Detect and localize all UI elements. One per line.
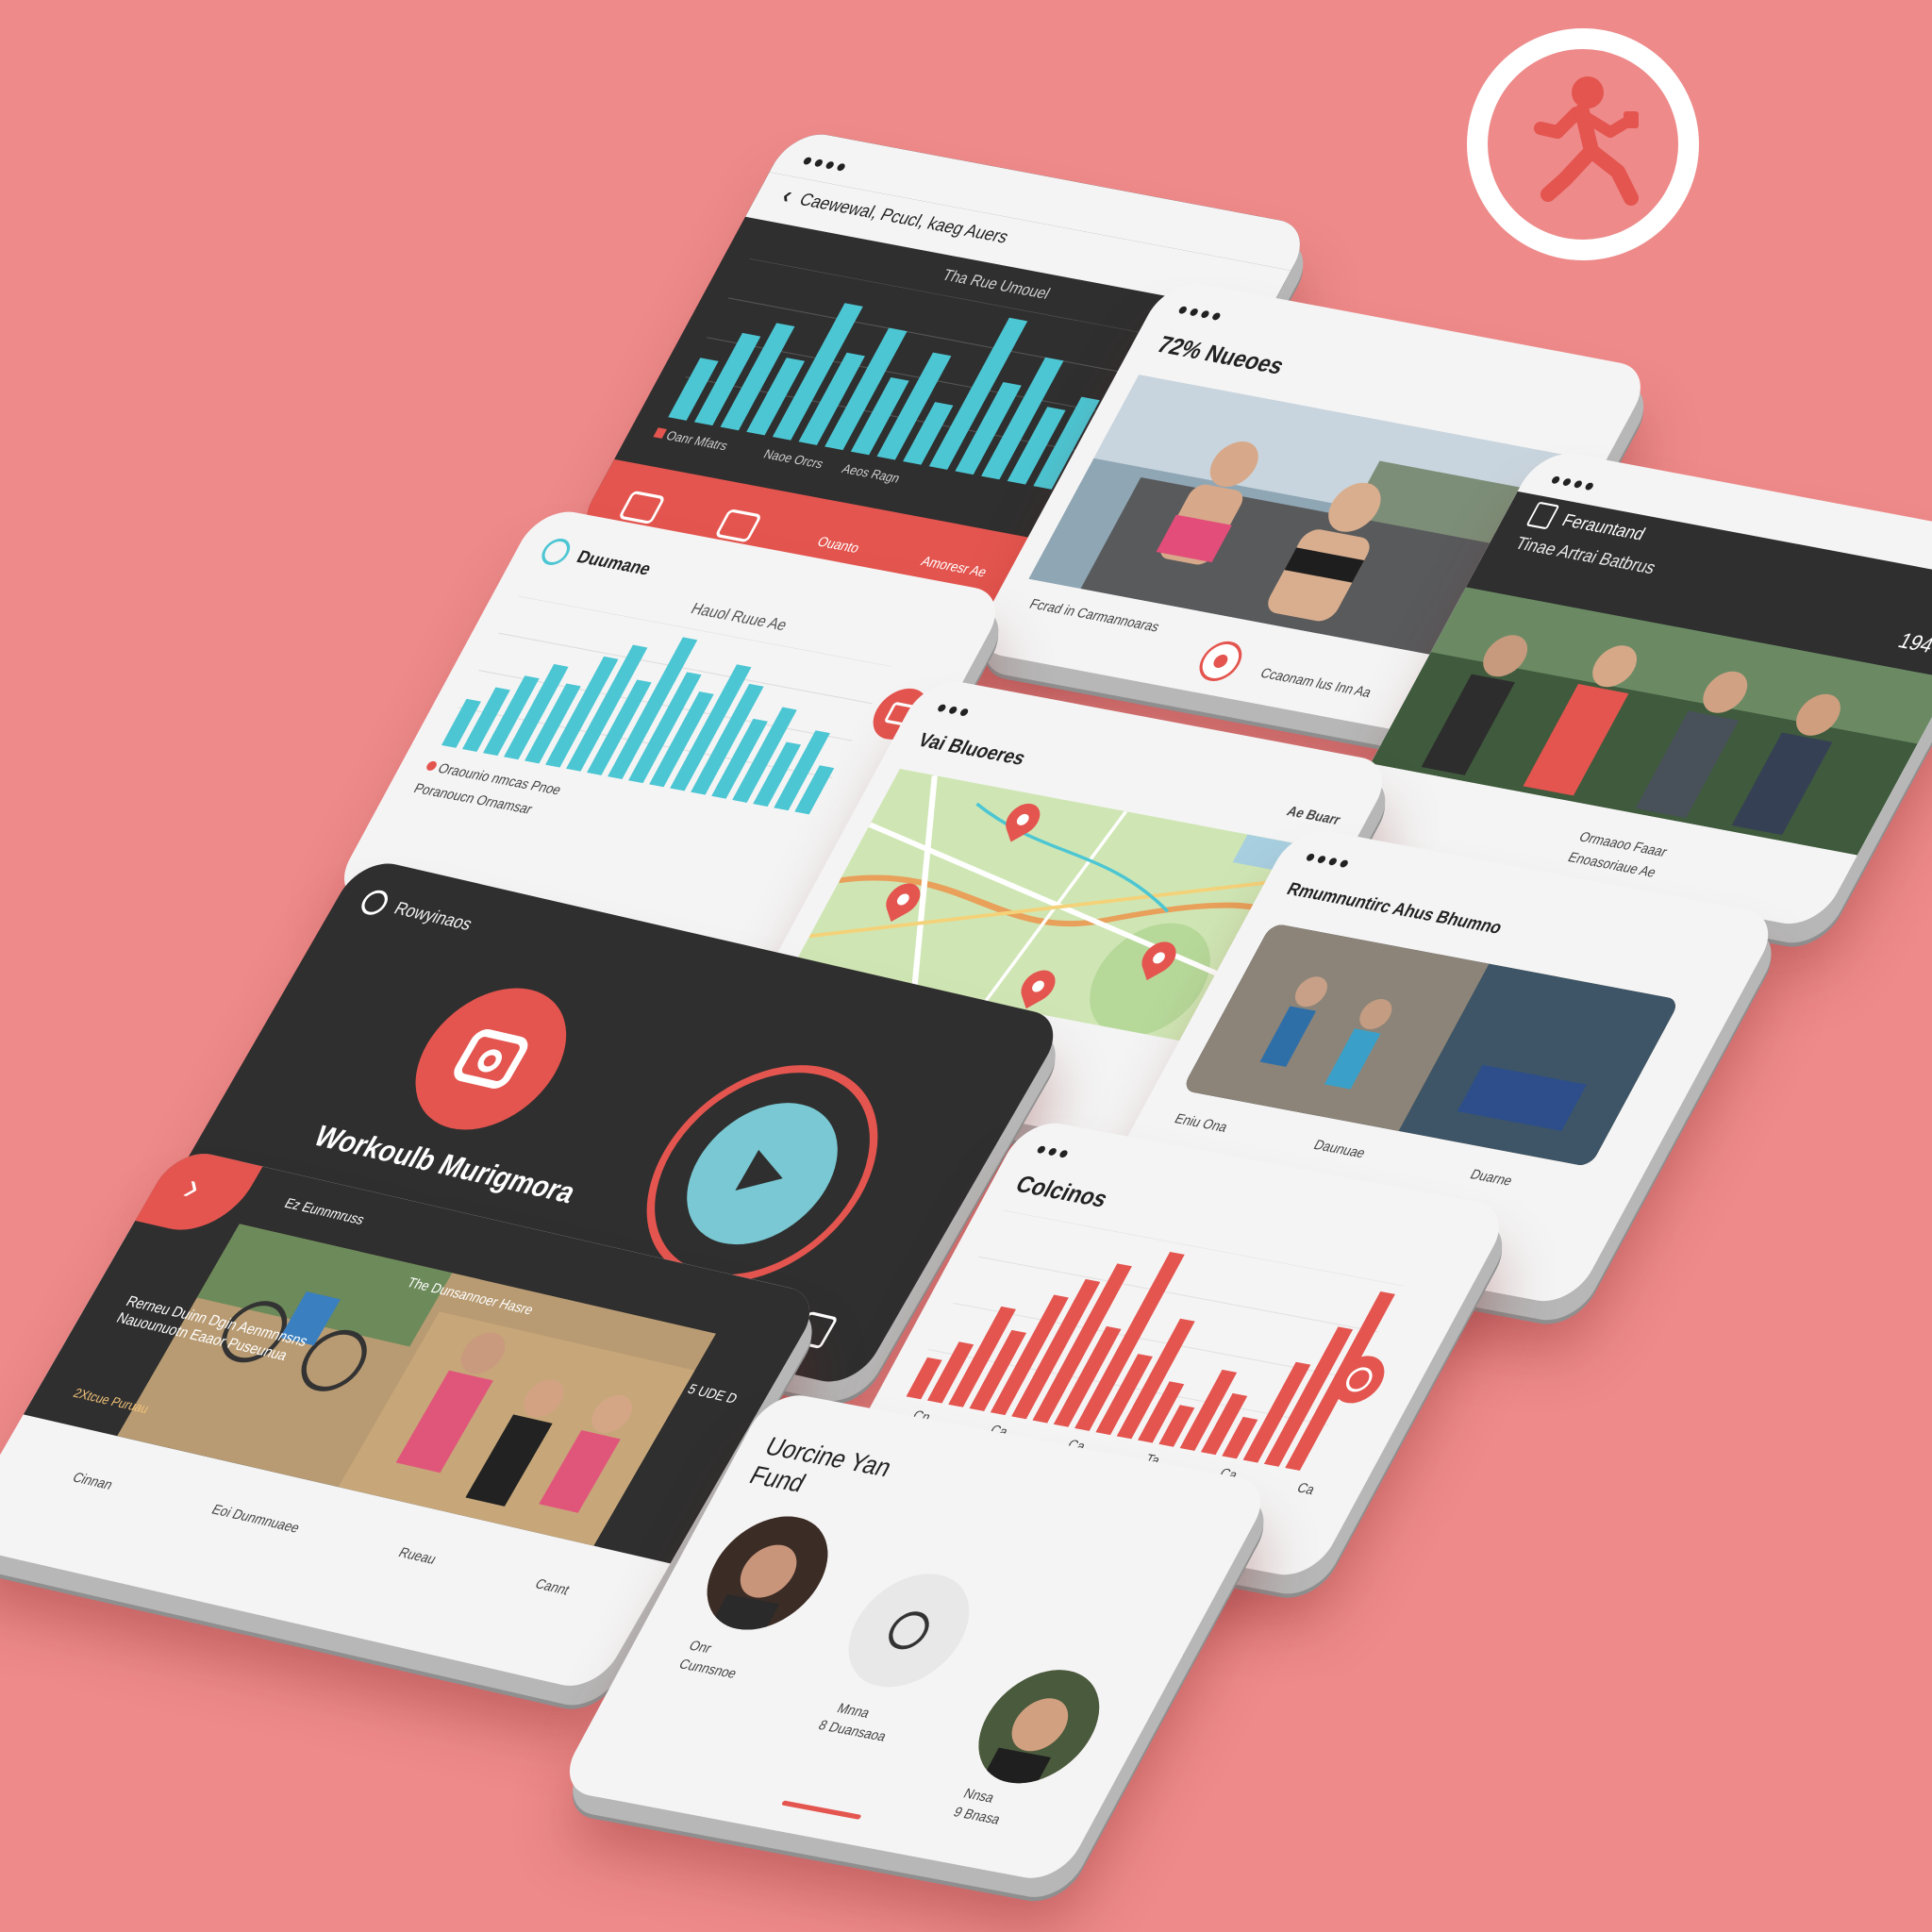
friend-meta: Cunnsnoe bbox=[676, 1656, 741, 1681]
back-arrow-icon[interactable]: ‹ bbox=[776, 182, 798, 209]
tab-label[interactable]: Eoi Dunmnuaee bbox=[209, 1501, 304, 1536]
home-tab-icon[interactable] bbox=[617, 490, 666, 525]
avatar[interactable] bbox=[957, 1660, 1122, 1792]
tab-label[interactable]: Ouanto bbox=[815, 533, 863, 556]
camera-button[interactable] bbox=[387, 974, 595, 1143]
chevron-icon: › bbox=[175, 1164, 211, 1208]
tab-label-secondary[interactable]: Amoresr Ae bbox=[919, 553, 991, 579]
photo-caption: Fcrad in Carmannoaras bbox=[1026, 595, 1163, 635]
avatar-image bbox=[957, 1660, 1122, 1792]
activity-time: 5 UDE D bbox=[685, 1380, 741, 1407]
center-label: Mnna bbox=[834, 1699, 874, 1721]
doc-icon[interactable] bbox=[1525, 501, 1560, 530]
legend-dot bbox=[425, 760, 439, 772]
activity-tagline: 2Xtcue Puruau bbox=[70, 1385, 153, 1417]
record-button[interactable] bbox=[1191, 638, 1250, 685]
center-meta: 8 Duansaoa bbox=[815, 1716, 890, 1744]
tab-label[interactable]: Rueau bbox=[396, 1544, 440, 1567]
grid-line bbox=[977, 1256, 1379, 1333]
avatar-image bbox=[685, 1507, 850, 1640]
stopwatch-icon bbox=[881, 1608, 937, 1653]
home-indicator bbox=[780, 1800, 862, 1820]
app-logo bbox=[1467, 28, 1699, 260]
settings-icon[interactable] bbox=[357, 888, 393, 918]
timer-button[interactable] bbox=[826, 1564, 991, 1696]
video-label: Duarne bbox=[1467, 1165, 1516, 1189]
count-label: 194 bbox=[1893, 627, 1932, 658]
play-icon bbox=[735, 1149, 783, 1191]
share-icon bbox=[1341, 1365, 1377, 1394]
camera-icon bbox=[448, 1026, 534, 1091]
tab-label[interactable]: Cinnan bbox=[70, 1469, 116, 1492]
tab-label[interactable]: Cannt bbox=[532, 1575, 573, 1597]
calendar-tab-icon[interactable] bbox=[714, 508, 763, 543]
photo-footer: Ccaonam lus Inn Aa bbox=[1257, 664, 1375, 701]
friend-name: Nnsa bbox=[960, 1785, 998, 1806]
map-corner-label: Ae Buarr bbox=[1284, 802, 1344, 827]
video-label: Daunuae bbox=[1310, 1136, 1369, 1161]
video-label: Eniu Ona bbox=[1172, 1109, 1231, 1135]
record-dot-icon bbox=[1210, 653, 1231, 670]
pin-logo-icon bbox=[536, 536, 575, 568]
running-person-icon bbox=[1534, 76, 1639, 206]
avatar[interactable] bbox=[685, 1507, 850, 1640]
friend-meta: 9 Bnasa bbox=[951, 1803, 1004, 1827]
friend-name: Onr bbox=[686, 1637, 715, 1657]
